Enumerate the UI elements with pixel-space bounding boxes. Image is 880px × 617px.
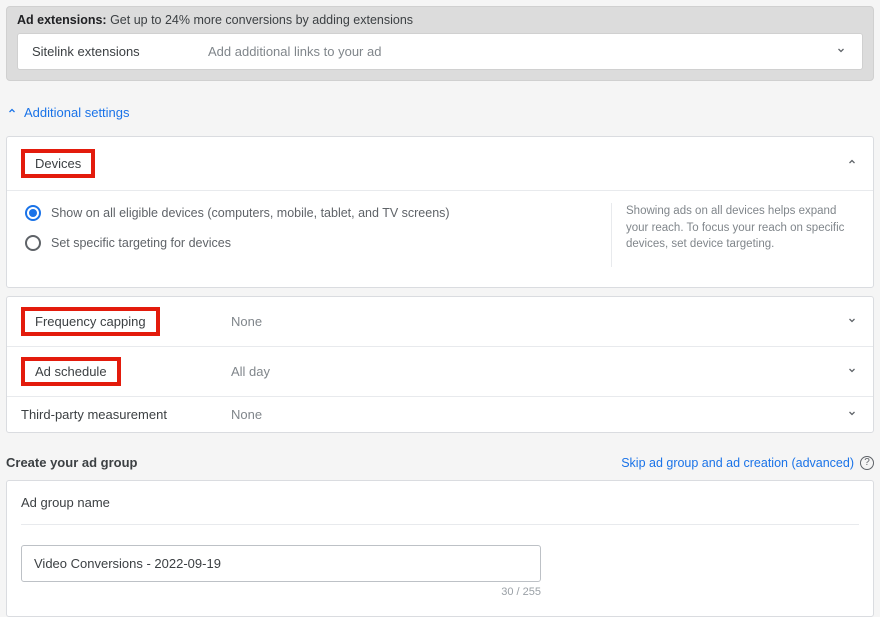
- ad-extensions-title: Ad extensions: Get up to 24% more conver…: [17, 13, 863, 27]
- create-ad-group-title: Create your ad group: [6, 455, 621, 470]
- devices-help-text: Showing ads on all devices helps expand …: [611, 203, 861, 267]
- ad-group-card: Ad group name 30 / 255: [6, 480, 874, 617]
- chevron-down-icon: [845, 314, 859, 329]
- radio-show-all-devices-label: Show on all eligible devices (computers,…: [51, 206, 450, 220]
- ad-extensions-banner: Ad extensions: Get up to 24% more conver…: [6, 6, 874, 81]
- devices-card: Devices Show on all eligible devices (co…: [6, 136, 874, 288]
- ad-extensions-title-rest: Get up to 24% more conversions by adding…: [107, 13, 413, 27]
- ad-group-name-input[interactable]: [21, 545, 541, 582]
- sitelink-extensions-label: Sitelink extensions: [32, 44, 208, 59]
- radio-specific-devices-label: Set specific targeting for devices: [51, 236, 231, 250]
- third-party-measurement-value: None: [231, 407, 845, 422]
- help-icon[interactable]: ?: [860, 456, 874, 470]
- third-party-measurement-row[interactable]: Third-party measurement None: [7, 397, 873, 432]
- radio-show-all-devices[interactable]: Show on all eligible devices (computers,…: [25, 205, 591, 221]
- radio-specific-devices[interactable]: Set specific targeting for devices: [25, 235, 591, 251]
- settings-rows: Frequency capping None Ad schedule All d…: [6, 296, 874, 433]
- frequency-capping-title: Frequency capping: [21, 307, 160, 336]
- chevron-up-icon: [6, 105, 18, 120]
- chevron-down-icon: [845, 407, 859, 422]
- radio-icon: [25, 205, 41, 221]
- sitelink-extensions-row[interactable]: Sitelink extensions Add additional links…: [17, 33, 863, 70]
- additional-settings-toggle[interactable]: Additional settings: [6, 105, 874, 120]
- additional-settings-label: Additional settings: [24, 105, 130, 120]
- chevron-down-icon: [834, 44, 848, 59]
- devices-title: Devices: [21, 149, 95, 178]
- frequency-capping-row[interactable]: Frequency capping None: [7, 297, 873, 347]
- radio-icon: [25, 235, 41, 251]
- sitelink-extensions-desc: Add additional links to your ad: [208, 44, 834, 59]
- ad-extensions-title-bold: Ad extensions:: [17, 13, 107, 27]
- skip-ad-group-link[interactable]: Skip ad group and ad creation (advanced)…: [621, 456, 874, 470]
- skip-ad-group-label: Skip ad group and ad creation (advanced): [621, 456, 854, 470]
- ad-schedule-title: Ad schedule: [21, 357, 121, 386]
- ad-schedule-value: All day: [231, 364, 845, 379]
- ad-group-name-label: Ad group name: [21, 495, 859, 525]
- ad-group-name-char-count: 30 / 255: [21, 586, 541, 598]
- chevron-down-icon: [845, 364, 859, 379]
- ad-schedule-row[interactable]: Ad schedule All day: [7, 347, 873, 397]
- frequency-capping-value: None: [231, 314, 845, 329]
- third-party-measurement-title: Third-party measurement: [21, 407, 231, 422]
- chevron-up-icon: [845, 156, 859, 171]
- devices-header[interactable]: Devices: [7, 137, 873, 191]
